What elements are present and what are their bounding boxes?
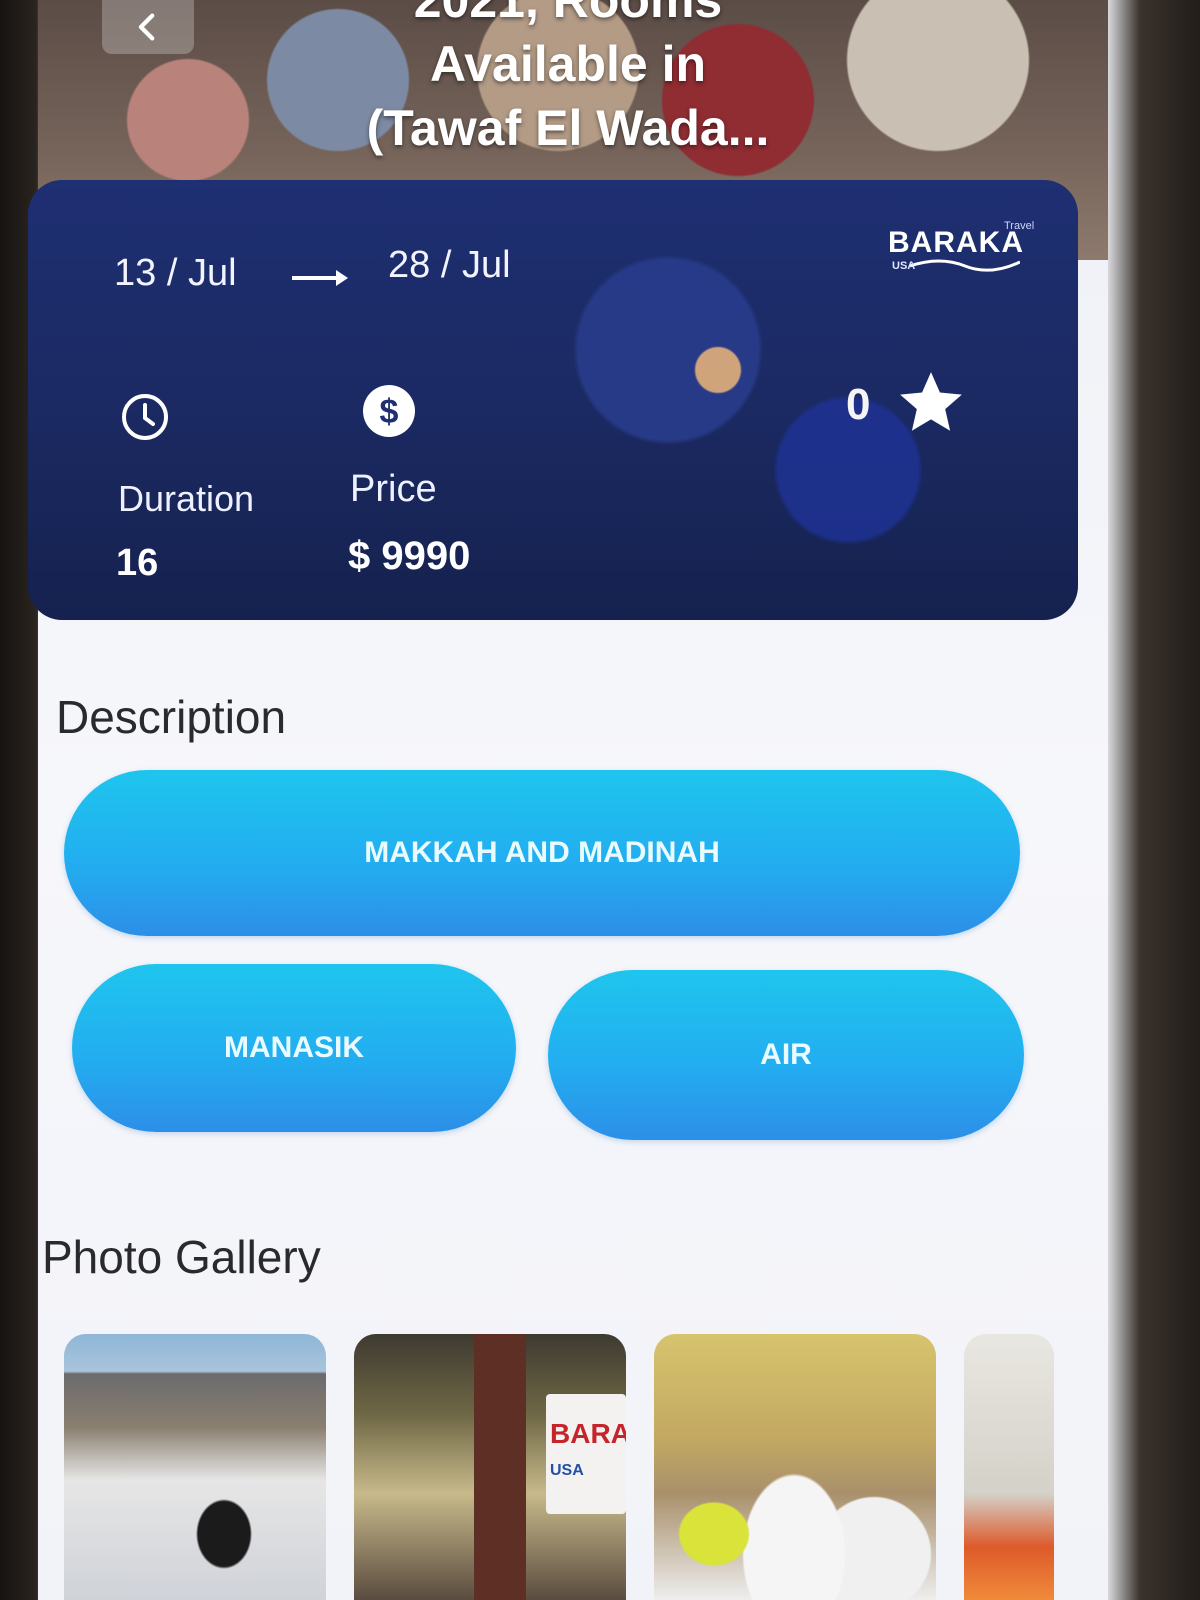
trip-info-card: 13 / Jul 28 / Jul Travel BARAKA USA $ 0 … [28, 180, 1078, 620]
back-button[interactable] [102, 0, 194, 54]
page-title-line: 2021, Rooms [413, 0, 723, 28]
phone-frame: 2021, Rooms Available in (Tawaf El Wada.… [0, 0, 1200, 1600]
dollar-icon: $ [363, 385, 415, 437]
photo-gallery-title: Photo Gallery [42, 1231, 321, 1283]
gallery-photo[interactable] [64, 1334, 326, 1600]
svg-text:$: $ [380, 393, 399, 431]
description-title: Description [56, 691, 287, 743]
baraka-logo: Travel BARAKA USA [880, 220, 1034, 280]
arrow-right-icon [292, 270, 348, 286]
price-label: Price [350, 468, 437, 510]
date-from: 13 / Jul [114, 252, 237, 294]
page-title: 2021, Rooms Available in (Tawaf El Wada.… [268, 0, 868, 160]
chevron-left-icon [138, 13, 155, 41]
star-icon[interactable] [892, 366, 970, 440]
gallery-photo[interactable] [654, 1334, 936, 1600]
logo-sub: USA [892, 260, 916, 272]
duration-value: 16 [116, 542, 159, 584]
sign-sub: USA [550, 1462, 584, 1479]
sign-brand: BARAK [550, 1418, 626, 1449]
tag-manasik[interactable]: MANASIK [72, 964, 516, 1132]
baraka-sign: BARAK USA [546, 1394, 626, 1514]
page-title-line: Available in [429, 36, 707, 92]
app-screen: 2021, Rooms Available in (Tawaf El Wada.… [28, 0, 1108, 1600]
clock-icon [122, 394, 168, 440]
price-value: $ 9990 [348, 534, 471, 578]
gallery-photo[interactable] [964, 1334, 1054, 1600]
rating-value: 0 [846, 380, 871, 429]
date-to: 28 / Jul [388, 244, 511, 286]
wave-icon [910, 259, 1020, 272]
tag-air[interactable]: AIR [548, 970, 1024, 1140]
gallery-photo[interactable]: BARAK USA [354, 1334, 626, 1600]
duration-label: Duration [118, 478, 255, 519]
page-title-line: (Tawaf El Wada... [366, 100, 770, 156]
tag-makkah-madinah[interactable]: MAKKAH AND MADINAH [64, 770, 1020, 936]
logo-brand: BARAKA [888, 226, 1024, 259]
